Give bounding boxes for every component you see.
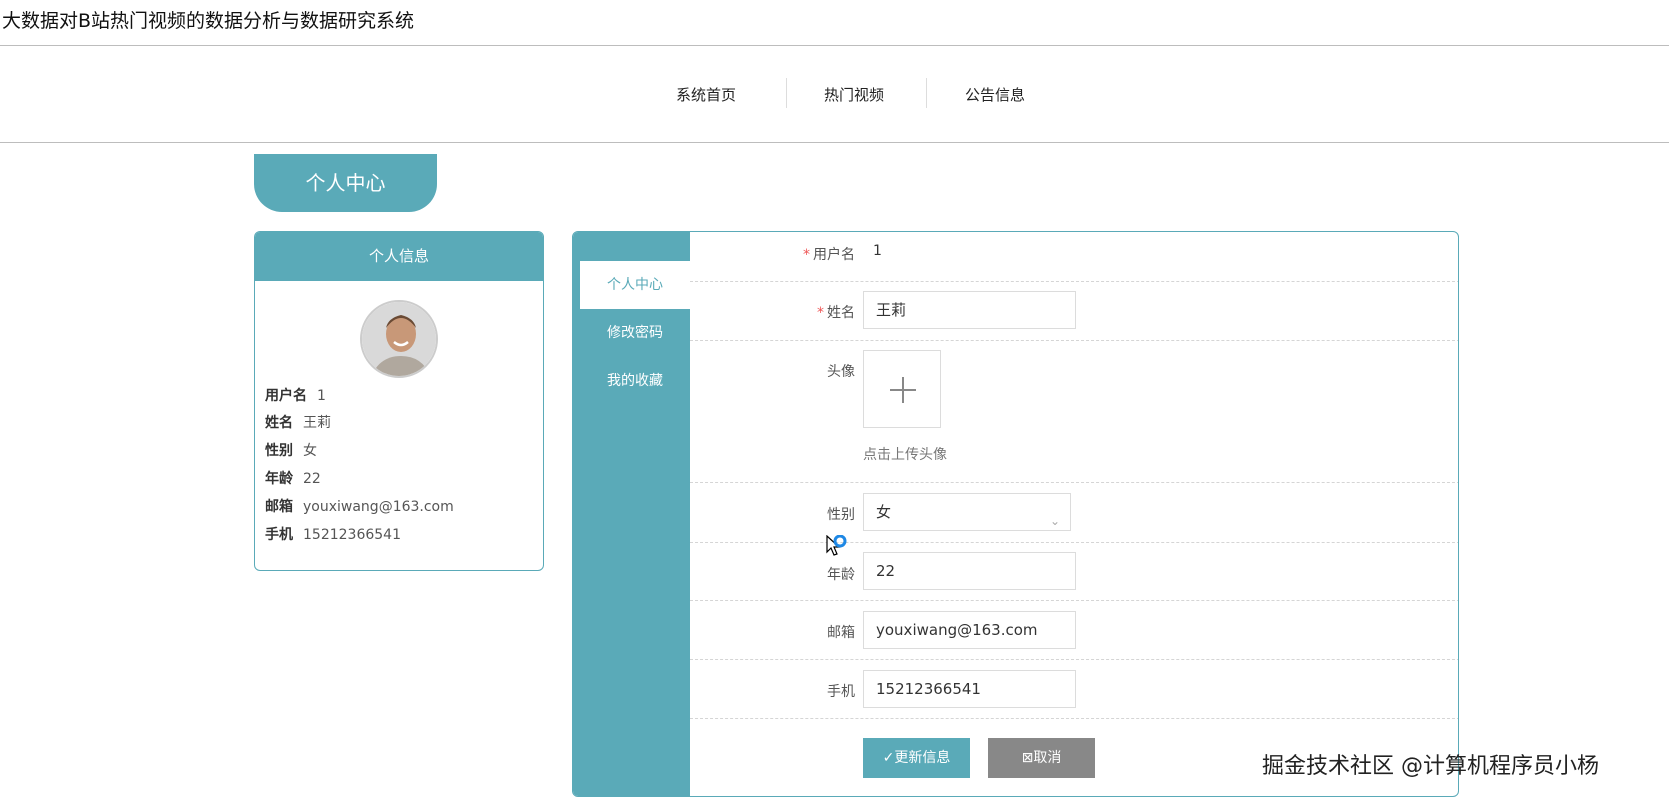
nav-item-home[interactable]: 系统首页 bbox=[676, 84, 736, 105]
required-mark: * bbox=[817, 305, 824, 321]
required-mark: * bbox=[803, 247, 810, 263]
username-value: 1 bbox=[873, 243, 882, 259]
section-title: 个人中心 bbox=[254, 154, 437, 212]
info-row-username: 用户名 1 bbox=[265, 388, 326, 404]
watermark: 掘金技术社区 @计算机程序员小杨 bbox=[1262, 754, 1599, 779]
update-button[interactable]: ✓更新信息 bbox=[863, 738, 970, 778]
nav-item-announcements[interactable]: 公告信息 bbox=[965, 84, 1025, 105]
sidebar-item-personal-center[interactable]: 个人中心 bbox=[580, 261, 690, 309]
profile-sidebar: 个人中心 修改密码 我的收藏 bbox=[573, 232, 690, 796]
name-label: * 姓名 bbox=[817, 305, 855, 321]
username-label: * 用户名 bbox=[803, 247, 855, 263]
avatar-label: 头像 bbox=[827, 364, 855, 380]
email-input[interactable]: youxiwang@163.com bbox=[863, 611, 1076, 649]
app-title-bar: 大数据对B站热门视频的数据分析与数据研究系统 bbox=[0, 0, 1669, 46]
age-label: 年龄 bbox=[827, 567, 855, 583]
close-box-icon: ⊠ bbox=[1021, 750, 1034, 766]
avatar bbox=[360, 300, 438, 378]
info-row-name: 姓名 王莉 bbox=[265, 415, 331, 431]
gender-select[interactable]: 女 ⌄ bbox=[863, 493, 1071, 531]
main-nav: 系统首页 热门视频 公告信息 bbox=[0, 46, 1669, 143]
personal-info-header: 个人信息 bbox=[255, 232, 543, 281]
row-divider bbox=[690, 542, 1458, 543]
phone-input[interactable]: 15212366541 bbox=[863, 670, 1076, 708]
phone-label: 手机 bbox=[827, 684, 855, 700]
mouse-cursor-icon bbox=[826, 535, 847, 556]
info-row-gender: 性别女 bbox=[265, 443, 317, 459]
nav-item-hot-videos[interactable]: 热门视频 bbox=[824, 84, 884, 105]
row-divider bbox=[690, 600, 1458, 601]
row-divider bbox=[690, 340, 1458, 341]
personal-info-card: 个人信息 用户名 1 姓名 王莉 性别女 年龄 22 邮箱 youxiwang@163.… bbox=[254, 231, 544, 571]
sidebar-item-favorites[interactable]: 我的收藏 bbox=[580, 357, 690, 405]
plus-icon bbox=[902, 377, 904, 403]
avatar-upload-button[interactable] bbox=[863, 350, 941, 428]
nav-divider bbox=[926, 78, 927, 108]
app-title: 大数据对B站热门视频的数据分析与数据研究系统 bbox=[2, 10, 415, 32]
chevron-down-icon: ⌄ bbox=[1049, 514, 1060, 528]
avatar-image bbox=[362, 302, 436, 376]
info-row-email: 邮箱 youxiwang@163.com bbox=[265, 499, 454, 515]
sidebar-item-change-password[interactable]: 修改密码 bbox=[580, 309, 690, 357]
email-label: 邮箱 bbox=[827, 625, 855, 641]
name-input[interactable]: 王莉 bbox=[863, 291, 1076, 329]
gender-label: 性别 bbox=[827, 507, 855, 523]
row-divider bbox=[690, 718, 1458, 719]
avatar-upload-hint: 点击上传头像 bbox=[863, 447, 947, 463]
cancel-button[interactable]: ⊠取消 bbox=[988, 738, 1095, 778]
row-divider bbox=[690, 281, 1458, 282]
row-divider bbox=[690, 482, 1458, 483]
check-circle-icon: ✓ bbox=[882, 750, 895, 766]
info-row-phone: 手机 15212366541 bbox=[265, 527, 401, 543]
age-input[interactable]: 22 bbox=[863, 552, 1076, 590]
info-row-age: 年龄 22 bbox=[265, 471, 321, 487]
profile-panel: 个人中心 修改密码 我的收藏 * 用户名 1 * 姓名 王莉 头像 点击上传头像 性… bbox=[572, 231, 1459, 797]
row-divider bbox=[690, 659, 1458, 660]
nav-divider bbox=[786, 78, 787, 108]
